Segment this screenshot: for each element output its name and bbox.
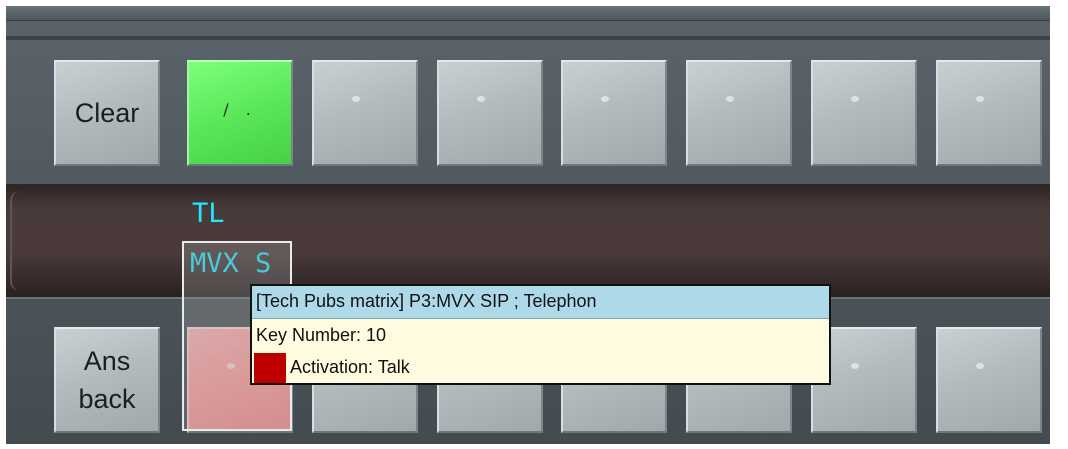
key-b8[interactable] bbox=[936, 327, 1042, 433]
key-gloss bbox=[976, 363, 984, 369]
top-divider bbox=[6, 36, 1050, 40]
key-4[interactable] bbox=[437, 60, 543, 166]
clear-key-label: Clear bbox=[74, 98, 140, 128]
ans-back-label: Ans back bbox=[56, 329, 158, 431]
key-gloss bbox=[477, 96, 485, 102]
ans-back-line1: Ans bbox=[83, 346, 131, 376]
clear-key[interactable]: Clear bbox=[54, 60, 160, 166]
key-gloss bbox=[851, 96, 859, 102]
key-gloss bbox=[976, 96, 984, 102]
key-gloss bbox=[851, 363, 859, 369]
key-6[interactable] bbox=[686, 60, 792, 166]
band-label-tl: TL bbox=[192, 198, 225, 229]
talk-key-active[interactable]: ∕ . bbox=[187, 60, 293, 166]
key-7[interactable] bbox=[811, 60, 917, 166]
key-8[interactable] bbox=[936, 60, 1042, 166]
key-tooltip: [Tech Pubs matrix] P3:MVX SIP ; Telephon… bbox=[250, 284, 831, 385]
key-5[interactable] bbox=[561, 60, 667, 166]
key-gloss bbox=[726, 96, 734, 102]
ans-back-key[interactable]: Ans back bbox=[54, 327, 160, 433]
key-3[interactable] bbox=[312, 60, 418, 166]
tooltip-activation-row: Activation: Talk bbox=[252, 351, 829, 384]
key-gloss bbox=[352, 96, 360, 102]
tooltip-title: [Tech Pubs matrix] P3:MVX SIP ; Telephon bbox=[252, 286, 829, 319]
top-strip bbox=[6, 6, 1050, 21]
key-gloss bbox=[601, 96, 609, 102]
label-band bbox=[6, 184, 1050, 299]
ans-back-line2: back bbox=[78, 384, 136, 414]
tooltip-key-number: Key Number: 10 bbox=[256, 325, 387, 345]
talk-key-label: ∕ . bbox=[223, 100, 257, 119]
tooltip-activation: Activation: Talk bbox=[290, 357, 410, 377]
activation-color-swatch bbox=[254, 353, 286, 383]
band-edge bbox=[10, 191, 22, 291]
